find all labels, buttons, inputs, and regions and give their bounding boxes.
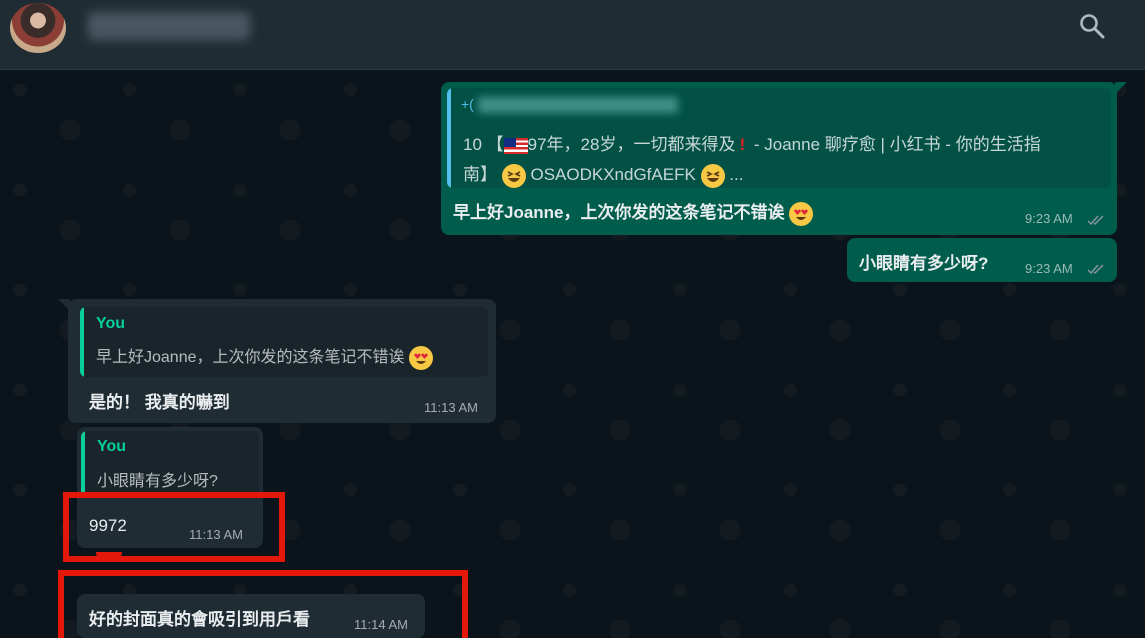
quoted-message[interactable]: You 小眼睛有多少呀? — [81, 431, 259, 497]
message-list[interactable]: +( 10 【 97年，28岁，一切都来得及! - Joanne 聊疗愈 | 小红… — [0, 70, 1145, 638]
preview-line1: 10 【 — [463, 135, 504, 154]
outgoing-message[interactable]: +( 10 【 97年，28岁，一切都来得及! - Joanne 聊疗愈 | 小红… — [441, 82, 1127, 235]
preview-source: - Joanne 聊疗愈 | 小红书 - 你的生活指 — [749, 135, 1041, 154]
double-check-icon — [1087, 215, 1104, 226]
heart-eyes-icon — [789, 201, 814, 226]
highlight-box — [58, 570, 468, 638]
incoming-message[interactable]: You 早上好Joanne，上次你发的这条笔记不错诶 是的！ 我真的嚇到 11:… — [58, 299, 496, 423]
outgoing-message[interactable]: 小眼睛有多少呀? 9:23 AM — [847, 238, 1117, 282]
exclamation-icon: ! — [739, 135, 746, 154]
double-check-icon — [1087, 264, 1104, 275]
link-preview[interactable]: +( 10 【 97年，28岁，一切都来得及! - Joanne 聊疗愈 | 小红… — [447, 88, 1111, 188]
quoted-message[interactable]: You 早上好Joanne，上次你发的这条笔记不错诶 — [80, 307, 488, 377]
contact-name[interactable]: · — [88, 12, 250, 40]
quote-text: 小眼睛有多少呀? — [97, 473, 218, 490]
bubble-tail-icon — [58, 299, 70, 311]
bubble-tail-icon — [1115, 82, 1127, 94]
quote-sender: You — [96, 315, 126, 332]
message-time: 9:23 AM — [1025, 211, 1073, 226]
redacted-phone — [477, 97, 678, 114]
message-text: 早上好Joanne，上次你发的这条笔记不错诶 — [453, 203, 785, 222]
message-time: 9:23 AM — [1025, 261, 1073, 276]
highlight-box — [63, 492, 285, 562]
grinning-squinting-face-icon — [700, 163, 725, 188]
quote-accent-bar — [81, 431, 85, 497]
grinning-squinting-face-icon — [501, 163, 526, 188]
heart-eyes-icon — [408, 345, 433, 370]
preview-code: OSAODKXndGfAEFK — [530, 165, 696, 184]
preview-line2: 南】 — [463, 165, 497, 184]
message-text: 是的！ 我真的嚇到 — [89, 393, 230, 412]
chat-header: · — [0, 0, 1145, 70]
quote-accent-bar — [80, 307, 84, 377]
quote-text: 早上好Joanne，上次你发的这条笔记不错诶 — [96, 349, 405, 366]
search-icon[interactable] — [1078, 12, 1106, 40]
quote-accent-bar — [447, 88, 451, 188]
preview-ellipsis: ... — [729, 165, 744, 184]
message-text: 小眼睛有多少呀? — [859, 254, 989, 273]
malaysia-flag-icon — [503, 137, 528, 154]
sender-phone: +( — [461, 96, 474, 112]
quote-sender: You — [97, 438, 127, 455]
contact-avatar[interactable] — [10, 3, 66, 53]
message-time: 11:13 AM — [424, 400, 478, 415]
preview-title: 97年，28岁，一切都来得及 — [527, 135, 736, 154]
